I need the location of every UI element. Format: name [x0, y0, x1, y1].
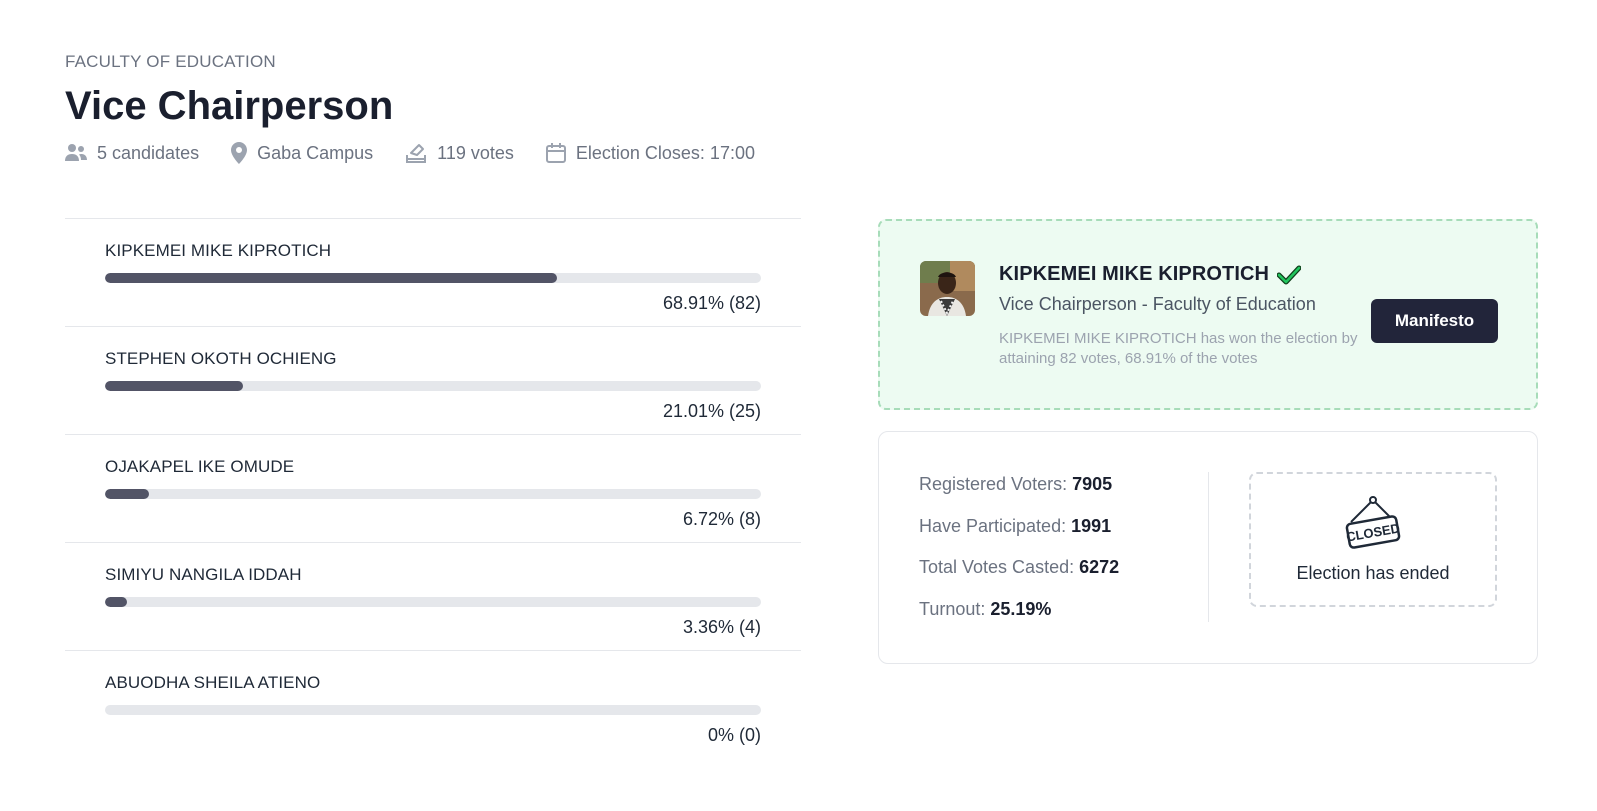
calendar-icon	[545, 143, 566, 163]
election-meta: 5 candidates Gaba Campus 119 votes Elect…	[65, 142, 787, 164]
meta-campus: Gaba Campus	[231, 142, 373, 164]
stat-label: Turnout:	[919, 598, 986, 619]
location-pin-icon	[231, 142, 248, 164]
vote-bar-track	[105, 705, 761, 715]
vote-bar-track	[105, 489, 761, 499]
vote-bar-track	[105, 381, 761, 391]
vote-bar-track	[105, 597, 761, 607]
vote-bar-fill	[105, 489, 150, 499]
vote-bar-fill	[105, 273, 558, 283]
candidate-row: STEPHEN OKOTH OCHIENG 21.01% (25)	[65, 326, 801, 434]
check-icon	[1277, 265, 1302, 284]
candidate-name: OJAKAPEL IKE OMUDE	[105, 457, 295, 476]
stat-value: 7905	[1072, 474, 1113, 494]
stat-value: 6272	[1079, 557, 1120, 577]
vote-bar-fill	[105, 381, 243, 391]
turnout: Turnout: 25.19%	[919, 599, 1119, 641]
candidate-row: KIPKEMEI MIKE KIPROTICH 68.91% (82)	[65, 218, 801, 326]
vote-percentage: 3.36% (4)	[682, 617, 761, 637]
candidate-name: ABUODHA SHEILA ATIENO	[105, 673, 321, 692]
vote-percentage: 0% (0)	[707, 725, 761, 745]
vote-percentage: 68.91% (82)	[662, 293, 761, 313]
page-title: Vice Chairperson	[65, 84, 394, 128]
stats-divider	[1208, 472, 1209, 622]
candidates-count: 5 candidates	[97, 142, 200, 163]
registered-voters: Registered Voters: 7905	[919, 474, 1119, 516]
election-status-box: CLOSED Election has ended	[1249, 472, 1497, 607]
users-icon	[65, 144, 87, 161]
winner-position: Vice Chairperson - Faculty of Education	[999, 294, 1316, 314]
vote-percentage: 6.72% (8)	[682, 509, 761, 529]
results-list: KIPKEMEI MIKE KIPROTICH 68.91% (82) STEP…	[65, 218, 801, 758]
winner-avatar	[920, 261, 975, 316]
candidate-row: ABUODHA SHEILA ATIENO 0% (0)	[65, 650, 801, 758]
vote-bar-track	[105, 273, 761, 283]
vote-percentage: 21.01% (25)	[662, 401, 761, 421]
stat-label: Total Votes Casted:	[919, 557, 1075, 577]
election-closes: Election Closes: 17:00	[575, 142, 755, 163]
candidate-name: KIPKEMEI MIKE KIPROTICH	[105, 241, 332, 260]
have-participated: Have Participated: 1991	[919, 516, 1119, 558]
stat-value: 25.19%	[990, 598, 1052, 619]
total-votes-casted: Total Votes Casted: 6272	[919, 557, 1119, 599]
winner-name: KIPKEMEI MIKE KIPROTICH	[999, 263, 1270, 285]
candidate-name: SIMIYU NANGILA IDDAH	[105, 565, 302, 584]
winner-name-row: KIPKEMEI MIKE KIPROTICH	[999, 263, 1359, 286]
election-ended-text: Election has ended	[1296, 563, 1450, 583]
faculty-label: FACULTY OF EDUCATION	[65, 52, 276, 71]
closed-sign-icon: CLOSED	[1345, 496, 1401, 549]
winner-card: KIPKEMEI MIKE KIPROTICH Vice Chairperson…	[878, 219, 1538, 410]
winner-info: KIPKEMEI MIKE KIPROTICH Vice Chairperson…	[999, 263, 1359, 369]
ballot-box-icon	[406, 144, 427, 163]
stats-list: Registered Voters: 7905 Have Participate…	[919, 474, 1119, 640]
meta-closes: Election Closes: 17:00	[545, 142, 755, 164]
page-header: FACULTY OF EDUCATION Vice Chairperson 5 …	[65, 52, 787, 164]
stat-label: Have Participated:	[919, 515, 1067, 536]
winner-description: KIPKEMEI MIKE KIPROTICH has won the elec…	[999, 330, 1358, 367]
campus-name: Gaba Campus	[257, 142, 374, 163]
vote-bar-fill	[105, 597, 128, 607]
election-stats-card: Registered Voters: 7905 Have Participate…	[878, 431, 1538, 664]
meta-candidates: 5 candidates	[65, 143, 199, 164]
candidate-name: STEPHEN OKOTH OCHIENG	[105, 349, 337, 368]
manifesto-button[interactable]: Manifesto	[1371, 299, 1498, 343]
meta-votes: 119 votes	[405, 143, 514, 164]
candidate-row: OJAKAPEL IKE OMUDE 6.72% (8)	[65, 434, 801, 542]
candidate-row: SIMIYU NANGILA IDDAH 3.36% (4)	[65, 542, 801, 650]
stat-value: 1991	[1071, 515, 1112, 536]
votes-count: 119 votes	[437, 142, 514, 163]
stat-label: Registered Voters:	[919, 474, 1068, 494]
